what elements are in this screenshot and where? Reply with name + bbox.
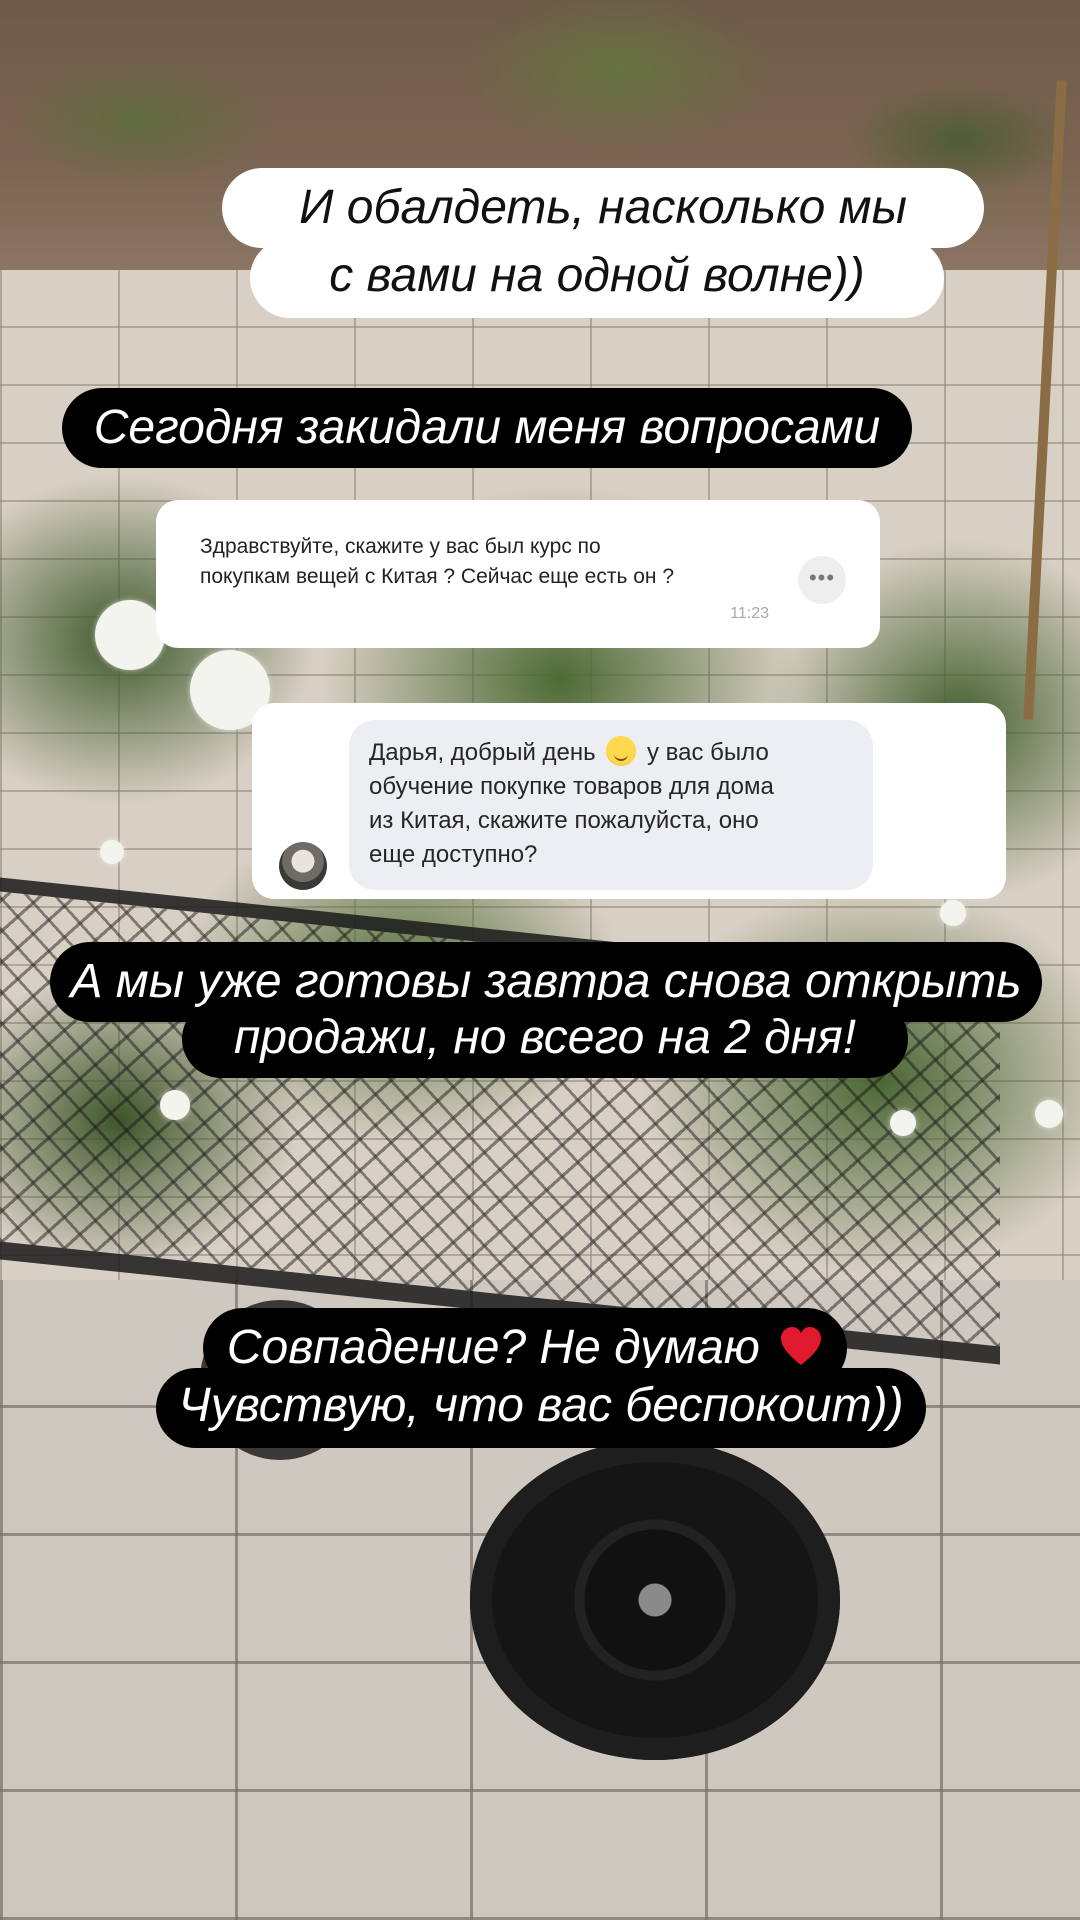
- white-flower: [1035, 1100, 1063, 1128]
- message-question: Здравствуйте, скажите у вас был курс по …: [180, 516, 785, 639]
- message-text-line: покупкам вещей с Китая ? Сейчас еще есть…: [200, 565, 675, 588]
- message-text-line: из Китая, скажите пожалуйста, оно: [369, 807, 759, 834]
- caption-text: Чувствую, что вас беспокоит)): [178, 1379, 904, 1432]
- caption-text: Сегодня закидали меня вопросами: [93, 401, 881, 454]
- white-flower: [100, 840, 124, 864]
- message-reply: Дарья, добрый день у вас было обучение п…: [349, 720, 873, 890]
- caption-text: с вами на одной волне)): [329, 249, 865, 302]
- message-text-line: Здравствуйте, скажите у вас был курс по: [200, 535, 601, 558]
- more-dots-icon[interactable]: •••: [798, 556, 846, 604]
- message-text-line: еще доступно?: [369, 841, 538, 868]
- white-flower: [890, 1110, 916, 1136]
- caption-text: И обалдеть, насколько мы: [299, 181, 907, 234]
- white-flower: [160, 1090, 190, 1120]
- heart-icon: [779, 1325, 823, 1369]
- message-text-line: обучение покупке товаров для дома: [369, 773, 774, 800]
- caption-coincidence-line2: Чувствую, что вас беспокоит)): [156, 1368, 926, 1448]
- white-flower: [95, 600, 165, 670]
- caption-questions: Сегодня закидали меня вопросами: [62, 388, 912, 468]
- message-text-line: Дарья, добрый день у вас было: [369, 736, 855, 770]
- caption-text: продажи, но всего на 2 дня!: [233, 1011, 857, 1064]
- caption-top-line2: с вами на одной волне)): [250, 238, 944, 318]
- caption-top-line1: И обалдеть, насколько мы: [222, 168, 984, 248]
- white-flower: [940, 900, 966, 926]
- cart-front-wheel: [470, 1440, 840, 1760]
- message-text: у вас было: [647, 739, 769, 766]
- message-text: Дарья, добрый день: [369, 739, 596, 766]
- message-time: 11:23: [730, 605, 769, 622]
- sender-avatar[interactable]: [279, 842, 327, 890]
- caption-sales-line2: продажи, но всего на 2 дня!: [182, 1000, 908, 1078]
- caption-text: Совпадение? Не думаю: [226, 1321, 760, 1374]
- relieved-face-emoji-icon: [606, 736, 637, 766]
